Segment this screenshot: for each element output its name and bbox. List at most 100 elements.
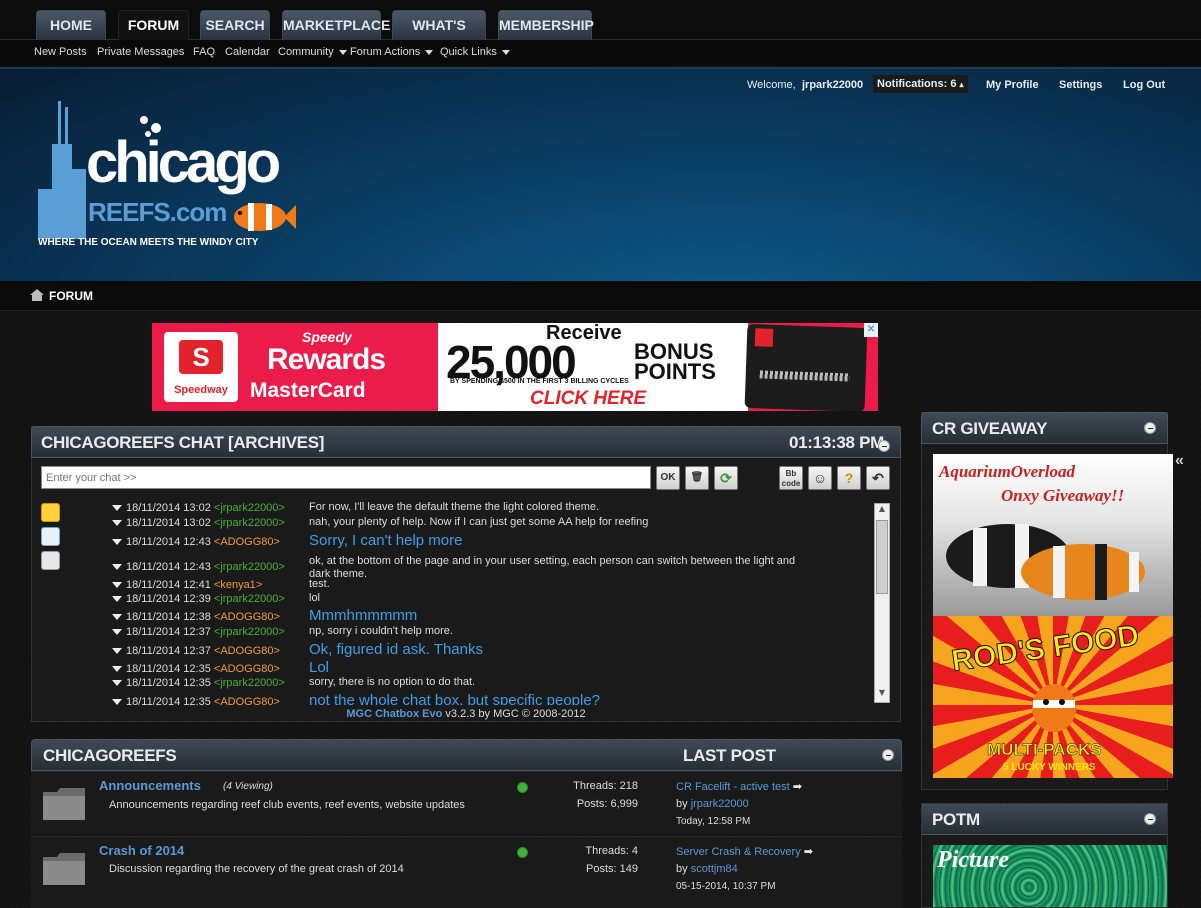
chat-collapse-button[interactable] bbox=[878, 440, 890, 452]
ad-banner[interactable]: S Speedway Speedy Rewards MasterCard Rec… bbox=[152, 323, 878, 411]
chat-text: Ok, figured id ask. Thanks bbox=[309, 641, 483, 658]
chat-meta: 18/11/2014 12:43 <ADOGG80> bbox=[112, 536, 280, 548]
forum-category-title[interactable]: CHICAGOREEFS bbox=[43, 746, 177, 766]
chat-username[interactable]: <ADOGG80> bbox=[214, 645, 280, 657]
settings-link[interactable]: Settings bbox=[1059, 79, 1102, 91]
home-icon[interactable] bbox=[30, 289, 44, 301]
triangle-down-icon[interactable] bbox=[112, 648, 122, 655]
subnav-quick-links[interactable]: Quick Links bbox=[440, 46, 510, 58]
tab-marketplace[interactable]: MARKETPLACE bbox=[282, 10, 390, 40]
chat-username[interactable]: <jrpark22000> bbox=[214, 517, 285, 529]
back-arrow-icon[interactable]: ↶ bbox=[866, 466, 890, 490]
last-post-title[interactable]: CR Facelift - active test ➡ bbox=[676, 780, 802, 793]
tab-whats-new[interactable]: WHAT'S NEW? bbox=[392, 10, 486, 61]
tab-home[interactable]: HOME bbox=[36, 10, 106, 40]
triangle-down-icon[interactable] bbox=[112, 539, 122, 546]
potm-header: POTM bbox=[922, 804, 1167, 835]
chat-username[interactable]: <jrpark22000> bbox=[214, 677, 285, 689]
scroll-down-icon[interactable]: ▼ bbox=[875, 688, 889, 702]
chat-username[interactable]: <ADOGG80> bbox=[214, 536, 280, 548]
forum-title[interactable]: Crash of 2014 bbox=[99, 843, 184, 858]
last-post-user[interactable]: jrpark22000 bbox=[691, 798, 749, 810]
chat-username[interactable]: <jrpark22000> bbox=[214, 626, 285, 638]
triangle-down-icon[interactable] bbox=[112, 666, 122, 673]
by-label: by bbox=[676, 798, 688, 810]
ad-click-here[interactable]: CLICK HERE bbox=[530, 388, 646, 410]
chat-username[interactable]: <jrpark22000> bbox=[214, 593, 285, 605]
chat-meta: 18/11/2014 12:38 <ADOGG80> bbox=[112, 611, 280, 623]
chat-message: 18/11/2014 12:43 <ADOGG80> Sorry, I can't… bbox=[32, 532, 872, 550]
tab-forum[interactable]: FORUM bbox=[118, 10, 189, 40]
chat-text: not the whole chat box, but specific peo… bbox=[309, 692, 601, 705]
site-logo[interactable]: chicago REEFS.com WHERE THE OCEAN MEETS … bbox=[36, 99, 298, 251]
last-post-user[interactable]: scottjm84 bbox=[691, 863, 738, 875]
subnav-calendar[interactable]: Calendar bbox=[225, 46, 270, 58]
chat-username[interactable]: <kenya1> bbox=[214, 579, 262, 591]
last-post-day: 05-15-2014, bbox=[676, 881, 730, 892]
scroll-up-icon[interactable]: ▲ bbox=[875, 504, 889, 518]
bbcode-button[interactable]: Bb code bbox=[779, 466, 803, 490]
chat-username-text: kenya1 bbox=[220, 579, 256, 591]
chat-username[interactable]: <ADOGG80> bbox=[214, 696, 280, 705]
forum-row-crash-2014[interactable]: Crash of 2014 Discussion regarding the r… bbox=[31, 836, 902, 908]
chat-username[interactable]: <ADOGG80> bbox=[214, 663, 280, 675]
triangle-down-icon[interactable] bbox=[112, 699, 122, 705]
chatbox-link[interactable]: MGC Chatbox Evo bbox=[346, 708, 442, 720]
breadcrumb-forum[interactable]: FORUM bbox=[49, 289, 93, 303]
chat-username-text: jrpark22000 bbox=[220, 626, 279, 638]
triangle-down-icon[interactable] bbox=[112, 582, 122, 589]
chat-timestamp: 18/11/2014 12:35 bbox=[126, 663, 211, 675]
subnav-new-posts[interactable]: New Posts bbox=[34, 46, 87, 58]
trash-icon[interactable]: 🗑 bbox=[685, 466, 709, 490]
chat-header: CHICAGOREEFS CHAT [ARCHIVES] 01:13:38 PM bbox=[31, 426, 901, 458]
go-arrow-icon[interactable]: ➡ bbox=[804, 846, 813, 858]
chat-username[interactable]: <ADOGG80> bbox=[214, 611, 280, 623]
my-profile-link[interactable]: My Profile bbox=[986, 79, 1039, 91]
subnav-community[interactable]: Community bbox=[278, 46, 347, 58]
giveaway-fish-image[interactable]: AquariumOverload Onxy Giveaway!! bbox=[933, 454, 1173, 616]
subnav-forum-actions-label: Forum Actions bbox=[350, 46, 421, 58]
chat-scrollbar[interactable]: ▲ ▼ bbox=[874, 503, 890, 703]
logo-chicago-text: chicago bbox=[86, 130, 281, 195]
triangle-down-icon[interactable] bbox=[112, 680, 122, 687]
subnav-private-messages[interactable]: Private Messages bbox=[97, 46, 184, 58]
subnav-faq[interactable]: FAQ bbox=[193, 46, 215, 58]
forum-collapse-button[interactable] bbox=[882, 749, 894, 761]
triangle-down-icon[interactable] bbox=[112, 614, 122, 621]
sidebar-toggle-icon[interactable]: « bbox=[1175, 452, 1184, 470]
forum-title[interactable]: Announcements bbox=[99, 778, 201, 793]
subnav-forum-actions[interactable]: Forum Actions bbox=[350, 46, 434, 58]
username-link[interactable]: jrpark22000 bbox=[802, 79, 863, 91]
triangle-down-icon[interactable] bbox=[112, 596, 122, 603]
rods-food-ad[interactable]: ROD'S FOOD MULTI-PACKS 5 LUCKY WINNERS bbox=[933, 616, 1173, 778]
last-post-header: LAST POST bbox=[683, 746, 776, 765]
forum-row-announcements[interactable]: Announcements (4 Viewing) Announcements … bbox=[31, 771, 902, 835]
chat-ok-button[interactable]: OK bbox=[656, 466, 680, 490]
go-arrow-icon[interactable]: ➡ bbox=[793, 781, 802, 793]
tab-search[interactable]: SEARCH bbox=[200, 10, 270, 40]
potm-collapse-button[interactable] bbox=[1144, 813, 1156, 825]
smiley-icon[interactable]: ☺ bbox=[808, 466, 832, 490]
giveaway-collapse-button[interactable] bbox=[1144, 422, 1156, 434]
chat-message: 18/11/2014 12:38 <ADOGG80> Mmmhmmmmm bbox=[32, 607, 872, 625]
chat-input[interactable] bbox=[41, 466, 651, 489]
giveaway-header: CR GIVEAWAY bbox=[921, 412, 1168, 444]
help-icon[interactable]: ? bbox=[837, 466, 861, 490]
refresh-icon[interactable]: ⟳ bbox=[714, 466, 738, 490]
ad-close-icon[interactable]: ✕ bbox=[864, 323, 878, 337]
chat-username[interactable]: <jrpark22000> bbox=[214, 561, 285, 573]
notifications-button[interactable]: Notifications: 6 ▴ bbox=[873, 75, 968, 93]
last-post-title[interactable]: Server Crash & Recovery ➡ bbox=[676, 845, 813, 858]
folder-icon bbox=[43, 853, 85, 885]
triangle-down-icon[interactable] bbox=[112, 629, 122, 636]
triangle-down-icon[interactable] bbox=[112, 520, 122, 527]
triangle-down-icon[interactable] bbox=[112, 505, 122, 512]
triangle-down-icon[interactable] bbox=[112, 564, 122, 571]
logout-link[interactable]: Log Out bbox=[1123, 79, 1165, 91]
tab-membership[interactable]: MEMBERSHIP bbox=[498, 10, 594, 40]
chat-username-text: jrpark22000 bbox=[220, 677, 279, 689]
chat-username[interactable]: <jrpark22000> bbox=[214, 502, 285, 514]
chat-title[interactable]: CHICAGOREEFS CHAT [ARCHIVES] bbox=[41, 433, 324, 453]
scroll-thumb[interactable] bbox=[876, 520, 888, 594]
potm-image[interactable]: Picture bbox=[933, 845, 1167, 907]
